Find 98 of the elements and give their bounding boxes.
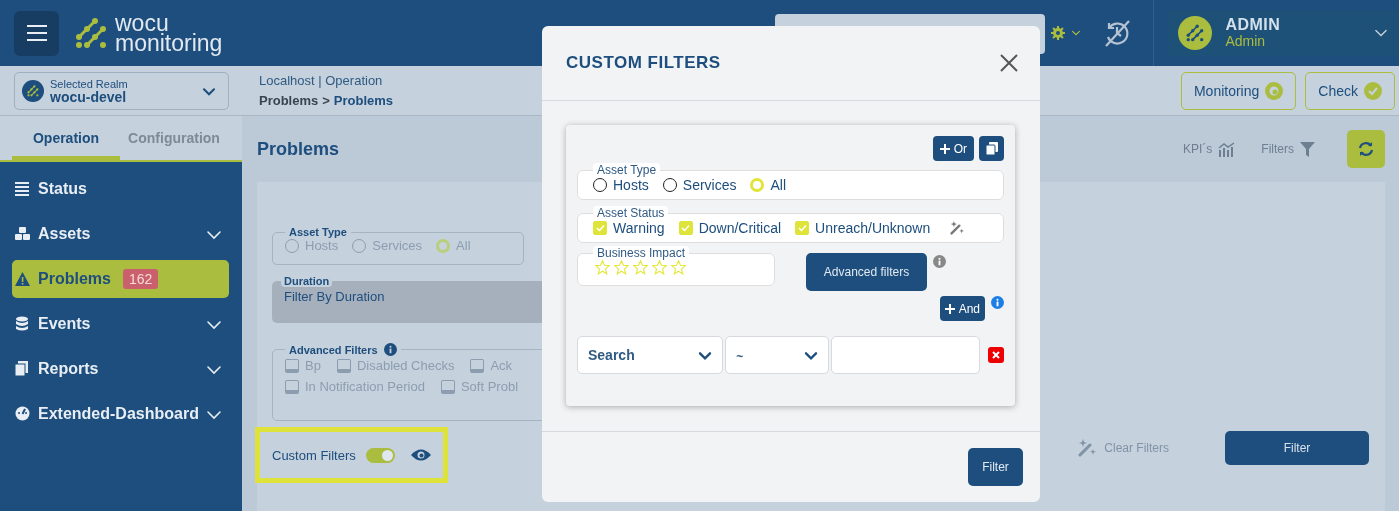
funnel-icon — [1300, 141, 1315, 157]
info-icon — [933, 255, 946, 268]
fieldset-legend: Asset Type — [593, 163, 661, 177]
filter-button[interactable]: Filter — [1225, 431, 1369, 465]
magic-wand-icon — [1078, 439, 1097, 457]
checkbox-option[interactable]: Down/Critical — [678, 220, 782, 236]
page-title: Problems — [257, 138, 340, 160]
check-icon — [681, 224, 691, 232]
plus-icon — [939, 143, 950, 154]
warning-icon — [15, 271, 30, 287]
info-icon — [991, 296, 1004, 309]
refresh-button[interactable] — [1347, 130, 1385, 168]
breadcrumb-item: Problems — [333, 93, 394, 108]
bar-chart-icon — [1218, 141, 1236, 157]
close-icon — [1000, 54, 1018, 72]
checkbox[interactable] — [285, 358, 299, 373]
menu-icon — [26, 25, 47, 41]
chevron-icon — [202, 85, 216, 96]
checkbox[interactable] — [336, 358, 351, 373]
remove-button[interactable] — [988, 347, 1004, 363]
sidebar-item[interactable]: Assets — [12, 215, 229, 253]
breadcrumb-item: Problems — [259, 93, 319, 108]
checkbox[interactable] — [440, 379, 455, 394]
chevron-icon — [1373, 27, 1389, 39]
fieldset-legend: Asset Type — [285, 226, 351, 238]
checkbox[interactable] — [285, 379, 299, 394]
value-field[interactable] — [831, 336, 981, 374]
sidebar-item[interactable]: Extended-Dashboard — [12, 395, 229, 433]
check-icon — [1364, 81, 1382, 100]
avatar-icon — [1178, 16, 1213, 50]
radio-option[interactable]: Services — [662, 177, 737, 193]
menu-button[interactable] — [14, 10, 59, 56]
database-icon — [15, 316, 30, 332]
sidebar-item[interactable]: Events — [12, 305, 229, 343]
fieldset-legend: Business Impact — [593, 246, 690, 260]
caret-icon — [1071, 29, 1082, 37]
breadcrumb-item: > — [322, 93, 330, 108]
user-menu[interactable]: ADMIN Admin — [1168, 10, 1399, 56]
check-icon — [797, 224, 807, 232]
plus-icon — [944, 303, 955, 314]
sidebar-item[interactable]: Reports — [12, 350, 229, 388]
star-icon — [652, 260, 667, 275]
field-label: Duration — [281, 275, 333, 287]
gear-icon — [1051, 26, 1066, 40]
toggle-switch[interactable] — [365, 447, 395, 463]
user-role: Admin — [1225, 33, 1267, 49]
star-icon — [633, 260, 648, 275]
fieldset-legend: Advanced Filters — [285, 343, 401, 356]
copy-icon — [985, 142, 998, 155]
fieldset-legend: Asset Status — [593, 206, 669, 220]
and-button[interactable]: And — [939, 296, 985, 321]
realm-value: wocu-devel — [50, 90, 128, 104]
gauge-icon — [15, 406, 30, 422]
list-icon — [15, 181, 30, 197]
radio-option[interactable]: Hosts — [593, 177, 649, 193]
advanced-filters-button[interactable]: Advanced filters — [806, 253, 927, 291]
eye-icon — [1265, 81, 1284, 100]
dialog-title: CUSTOM FILTERS — [566, 52, 721, 73]
checkbox-option[interactable]: Unreach/Unknown — [795, 220, 931, 236]
star-icon — [614, 260, 629, 275]
info-icon — [383, 343, 397, 356]
star-icon — [595, 260, 610, 275]
logo-icon — [75, 16, 107, 50]
breadcrumb-context: Localhost | Operation — [259, 73, 384, 88]
toggle-label: Custom Filters — [272, 447, 356, 463]
cubes-icon — [15, 226, 30, 242]
realm-label: Selected Realm — [50, 77, 128, 91]
document-icon — [15, 361, 30, 377]
realm-selector[interactable]: Selected Realm wocu-devel — [14, 71, 229, 110]
checkbox[interactable] — [470, 358, 485, 373]
copy-button[interactable] — [979, 136, 1004, 161]
chevron-icon — [804, 350, 819, 360]
chevron-icon — [698, 350, 713, 360]
filter-button[interactable]: Filter — [968, 448, 1023, 486]
count-badge: 162 — [122, 269, 159, 289]
sidebar-item[interactable]: Problems 162 — [12, 260, 229, 298]
field-select[interactable]: Search — [577, 336, 724, 374]
history-off-icon[interactable] — [1103, 19, 1132, 47]
checkbox-option[interactable]: Warning — [593, 220, 665, 236]
user-name: ADMIN — [1225, 17, 1281, 33]
close-button[interactable] — [1000, 54, 1018, 72]
sidebar-item[interactable]: Status — [12, 170, 229, 208]
close-icon — [992, 351, 1001, 359]
sidebar-tab[interactable]: Operation — [12, 116, 120, 160]
star-icon — [671, 260, 686, 275]
realm-icon — [22, 79, 44, 102]
eye-icon[interactable] — [410, 448, 431, 462]
check-button[interactable]: Check — [1305, 71, 1395, 110]
check-icon — [595, 224, 605, 232]
refresh-icon — [1358, 141, 1374, 157]
radio-button[interactable] — [662, 178, 677, 192]
radio-button[interactable] — [593, 178, 607, 192]
brand-name: wocu — [115, 13, 169, 33]
radio-option[interactable]: All — [750, 177, 787, 193]
or-button[interactable]: Or — [932, 136, 974, 161]
monitoring-button[interactable]: Monitoring — [1180, 71, 1297, 110]
magic-wand-icon[interactable] — [950, 221, 965, 235]
operator-select[interactable]: ~ — [725, 336, 830, 374]
